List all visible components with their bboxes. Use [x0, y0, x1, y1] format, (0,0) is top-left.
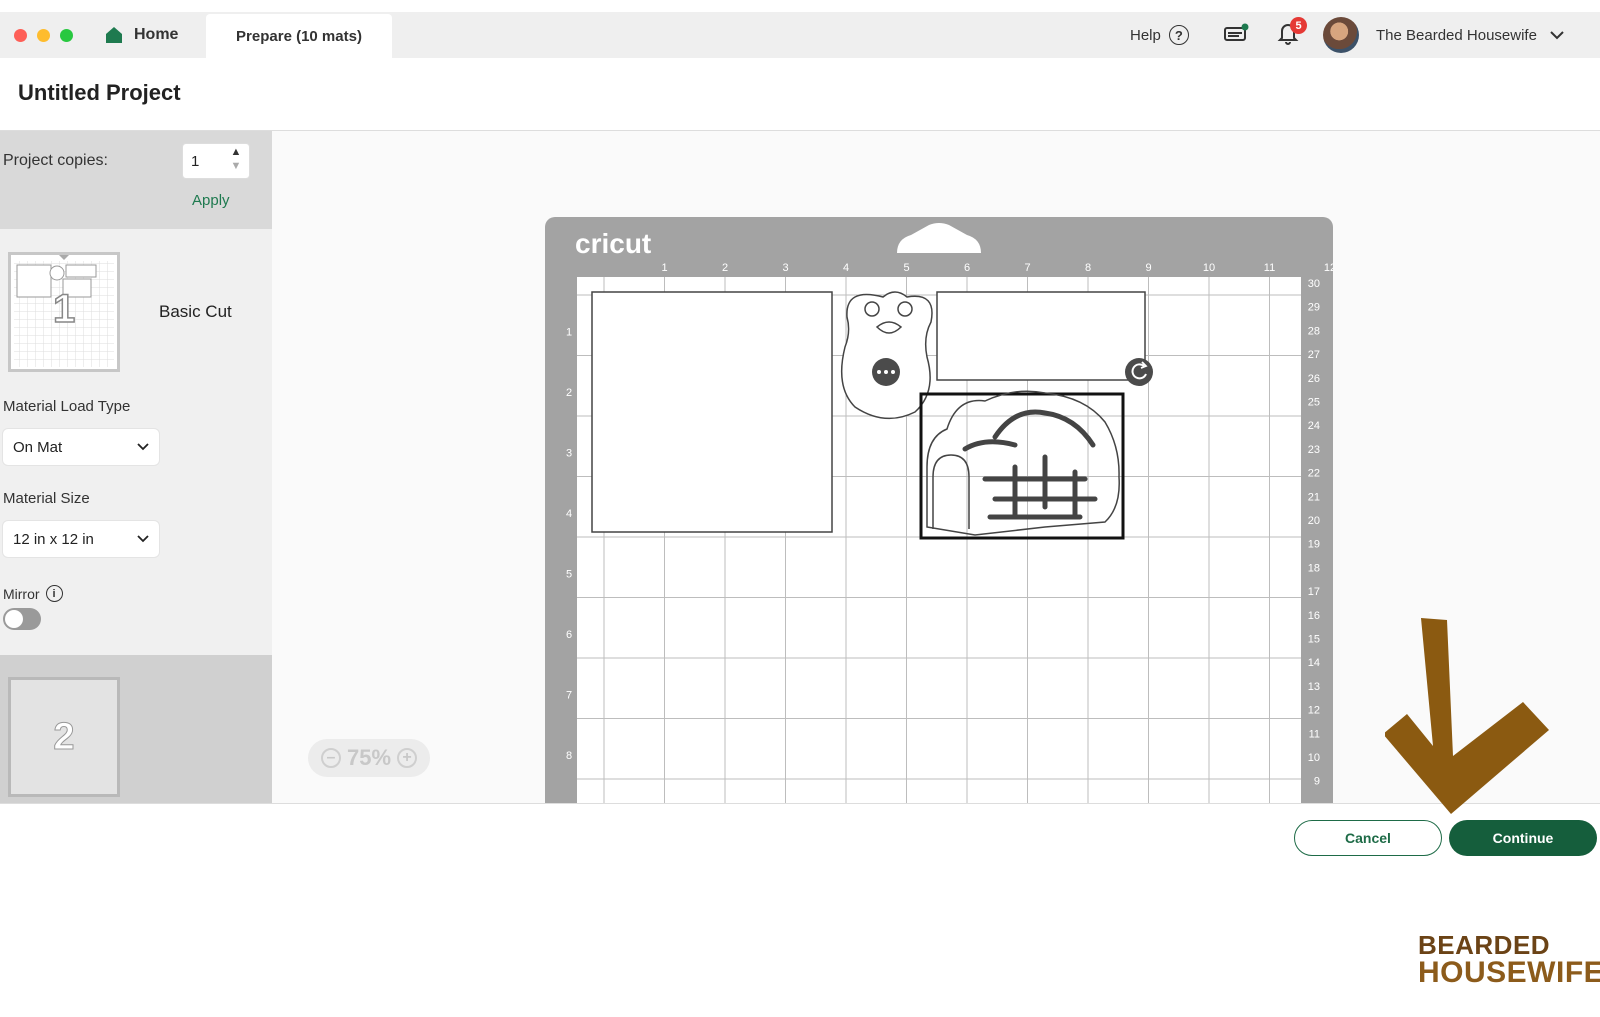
mat-1-label: Basic Cut — [159, 302, 232, 321]
ruler-left-tick: 8 — [566, 750, 572, 762]
tab-home[interactable]: Home — [104, 12, 178, 58]
zoom-out-icon[interactable]: – — [320, 748, 341, 768]
rectangle-shape[interactable] — [936, 291, 1146, 381]
ruler-top-tick: 11 — [1264, 262, 1275, 274]
ruler-right-tick: 10 — [1308, 752, 1320, 764]
rotate-handle-button[interactable] — [1125, 358, 1153, 386]
watermark-bottom: HOUSEWIFE — [1418, 956, 1600, 989]
mirror-label: Mirror — [3, 585, 40, 602]
notification-badge: 5 — [1290, 17, 1307, 34]
avatar[interactable] — [1323, 17, 1359, 53]
page-title: Untitled Project — [18, 80, 181, 105]
more-options-button[interactable] — [872, 358, 900, 386]
machine-queue-icon[interactable] — [1223, 22, 1249, 44]
mat-1-thumbnail[interactable]: 1 — [8, 252, 120, 372]
mirror-toggle[interactable] — [3, 608, 41, 630]
chevron-down-icon — [137, 535, 149, 543]
tab-prepare[interactable]: Prepare (10 mats) — [206, 14, 392, 58]
ruler-right-tick: 25 — [1308, 397, 1320, 409]
ruler-top-tick: 1 — [661, 262, 667, 274]
ruler-top-tick: 2 — [722, 262, 728, 274]
ruler-left-tick: 1 — [566, 327, 572, 339]
material-size-value: 12 in x 12 in — [13, 530, 94, 548]
close-window-button[interactable] — [14, 29, 27, 42]
ruler-top-tick: 8 — [1085, 262, 1091, 274]
ruler-right-tick: 16 — [1308, 610, 1320, 622]
ruler-right-tick: 14 — [1308, 657, 1320, 669]
cutting-mat: cricut 123456789101112 12345678 30292827… — [545, 217, 1333, 803]
ruler-left-tick: 7 — [566, 690, 572, 702]
continue-button[interactable]: Continue — [1449, 820, 1597, 856]
arrow-down-annotation — [1385, 618, 1549, 814]
zoom-level: 75% — [346, 745, 392, 770]
ruler-right-tick: 12 — [1308, 705, 1320, 717]
material-load-type-value: On Mat — [13, 438, 63, 456]
ruler-top-tick: 5 — [903, 262, 909, 274]
ruler-top-tick: 6 — [964, 262, 970, 274]
mat-2-thumbnail[interactable]: 2 — [8, 677, 120, 797]
watermark-top: BEARDED — [1418, 930, 1551, 960]
ruler-left-tick: 6 — [566, 629, 572, 641]
ruler-right-tick: 28 — [1308, 325, 1320, 337]
ruler-top-tick: 10 — [1203, 262, 1215, 274]
cricut-logo: cricut — [575, 228, 651, 259]
chevron-down-icon — [1550, 31, 1564, 40]
minimize-window-button[interactable] — [37, 29, 50, 42]
ruler-right-tick: 13 — [1308, 681, 1320, 693]
ruler-right-tick: 17 — [1308, 586, 1320, 598]
material-load-type-label: Material Load Type — [3, 398, 131, 415]
ruler-left-tick: 3 — [566, 448, 572, 460]
watermark-logo: BEARDED HOUSEWIFE — [1418, 932, 1600, 988]
ruler-top-tick: 3 — [782, 262, 788, 274]
tab-prepare-label: Prepare (10 mats) — [236, 27, 362, 45]
ruler-left-tick: 2 — [566, 387, 572, 399]
penguin-shape[interactable] — [840, 291, 933, 420]
copies-stepper[interactable]: ▲ ▼ — [229, 145, 243, 177]
project-header — [0, 58, 1600, 131]
ruler-left-tick: 5 — [566, 569, 572, 581]
ruler-right-tick: 23 — [1308, 444, 1320, 456]
ruler-right-tick: 11 — [1309, 728, 1320, 740]
ruler-right-tick: 15 — [1308, 634, 1320, 646]
ruler-top-tick: 7 — [1024, 262, 1030, 274]
ruler-right-tick: 22 — [1308, 468, 1320, 480]
ruler-right-tick: 29 — [1308, 302, 1320, 314]
material-size-select[interactable]: 12 in x 12 in — [3, 521, 159, 557]
zoom-control: – 75% + — [308, 739, 430, 777]
home-icon — [106, 27, 122, 43]
mat-2-number: 2 — [53, 715, 75, 758]
zoom-in-icon[interactable]: + — [397, 748, 418, 768]
user-menu[interactable]: The Bearded Housewife — [1376, 12, 1565, 58]
ruler-right-tick: 18 — [1308, 562, 1320, 574]
chevron-down-icon — [137, 443, 149, 451]
mirror-label-group: Mirror i — [3, 585, 63, 602]
ruler-top-tick: 12 — [1324, 262, 1333, 274]
ruler-top-tick: 4 — [843, 262, 849, 274]
tab-home-label: Home — [134, 26, 179, 43]
ruler-right-tick: 30 — [1308, 278, 1320, 290]
ruler-right-tick: 24 — [1308, 420, 1320, 432]
cancel-button[interactable]: Cancel — [1294, 820, 1442, 856]
ruler-right-tick: 9 — [1314, 776, 1320, 788]
ruler-top-tick: 9 — [1145, 262, 1151, 274]
ruler-right-tick: 26 — [1308, 373, 1320, 385]
ruler-right-tick: 20 — [1308, 515, 1320, 527]
help-button[interactable]: Help ? — [1130, 12, 1189, 58]
material-size-label: Material Size — [3, 490, 90, 507]
help-label: Help — [1130, 26, 1161, 44]
project-copies-label: Project copies: — [3, 152, 108, 169]
mat-1-number: 1 — [52, 286, 76, 332]
info-icon[interactable]: i — [45, 585, 63, 602]
help-icon: ? — [1168, 25, 1189, 45]
ruler-right-tick: 27 — [1308, 349, 1320, 361]
apply-button[interactable]: Apply — [192, 192, 230, 209]
square-shape[interactable] — [591, 291, 833, 533]
ruler-right-tick: 21 — [1308, 491, 1320, 503]
user-name: The Bearded Housewife — [1376, 26, 1537, 44]
zoom-window-button[interactable] — [60, 29, 73, 42]
material-load-type-select[interactable]: On Mat — [3, 429, 159, 465]
ruler-right-tick: 19 — [1308, 539, 1320, 551]
ruler-left-tick: 4 — [566, 508, 572, 520]
